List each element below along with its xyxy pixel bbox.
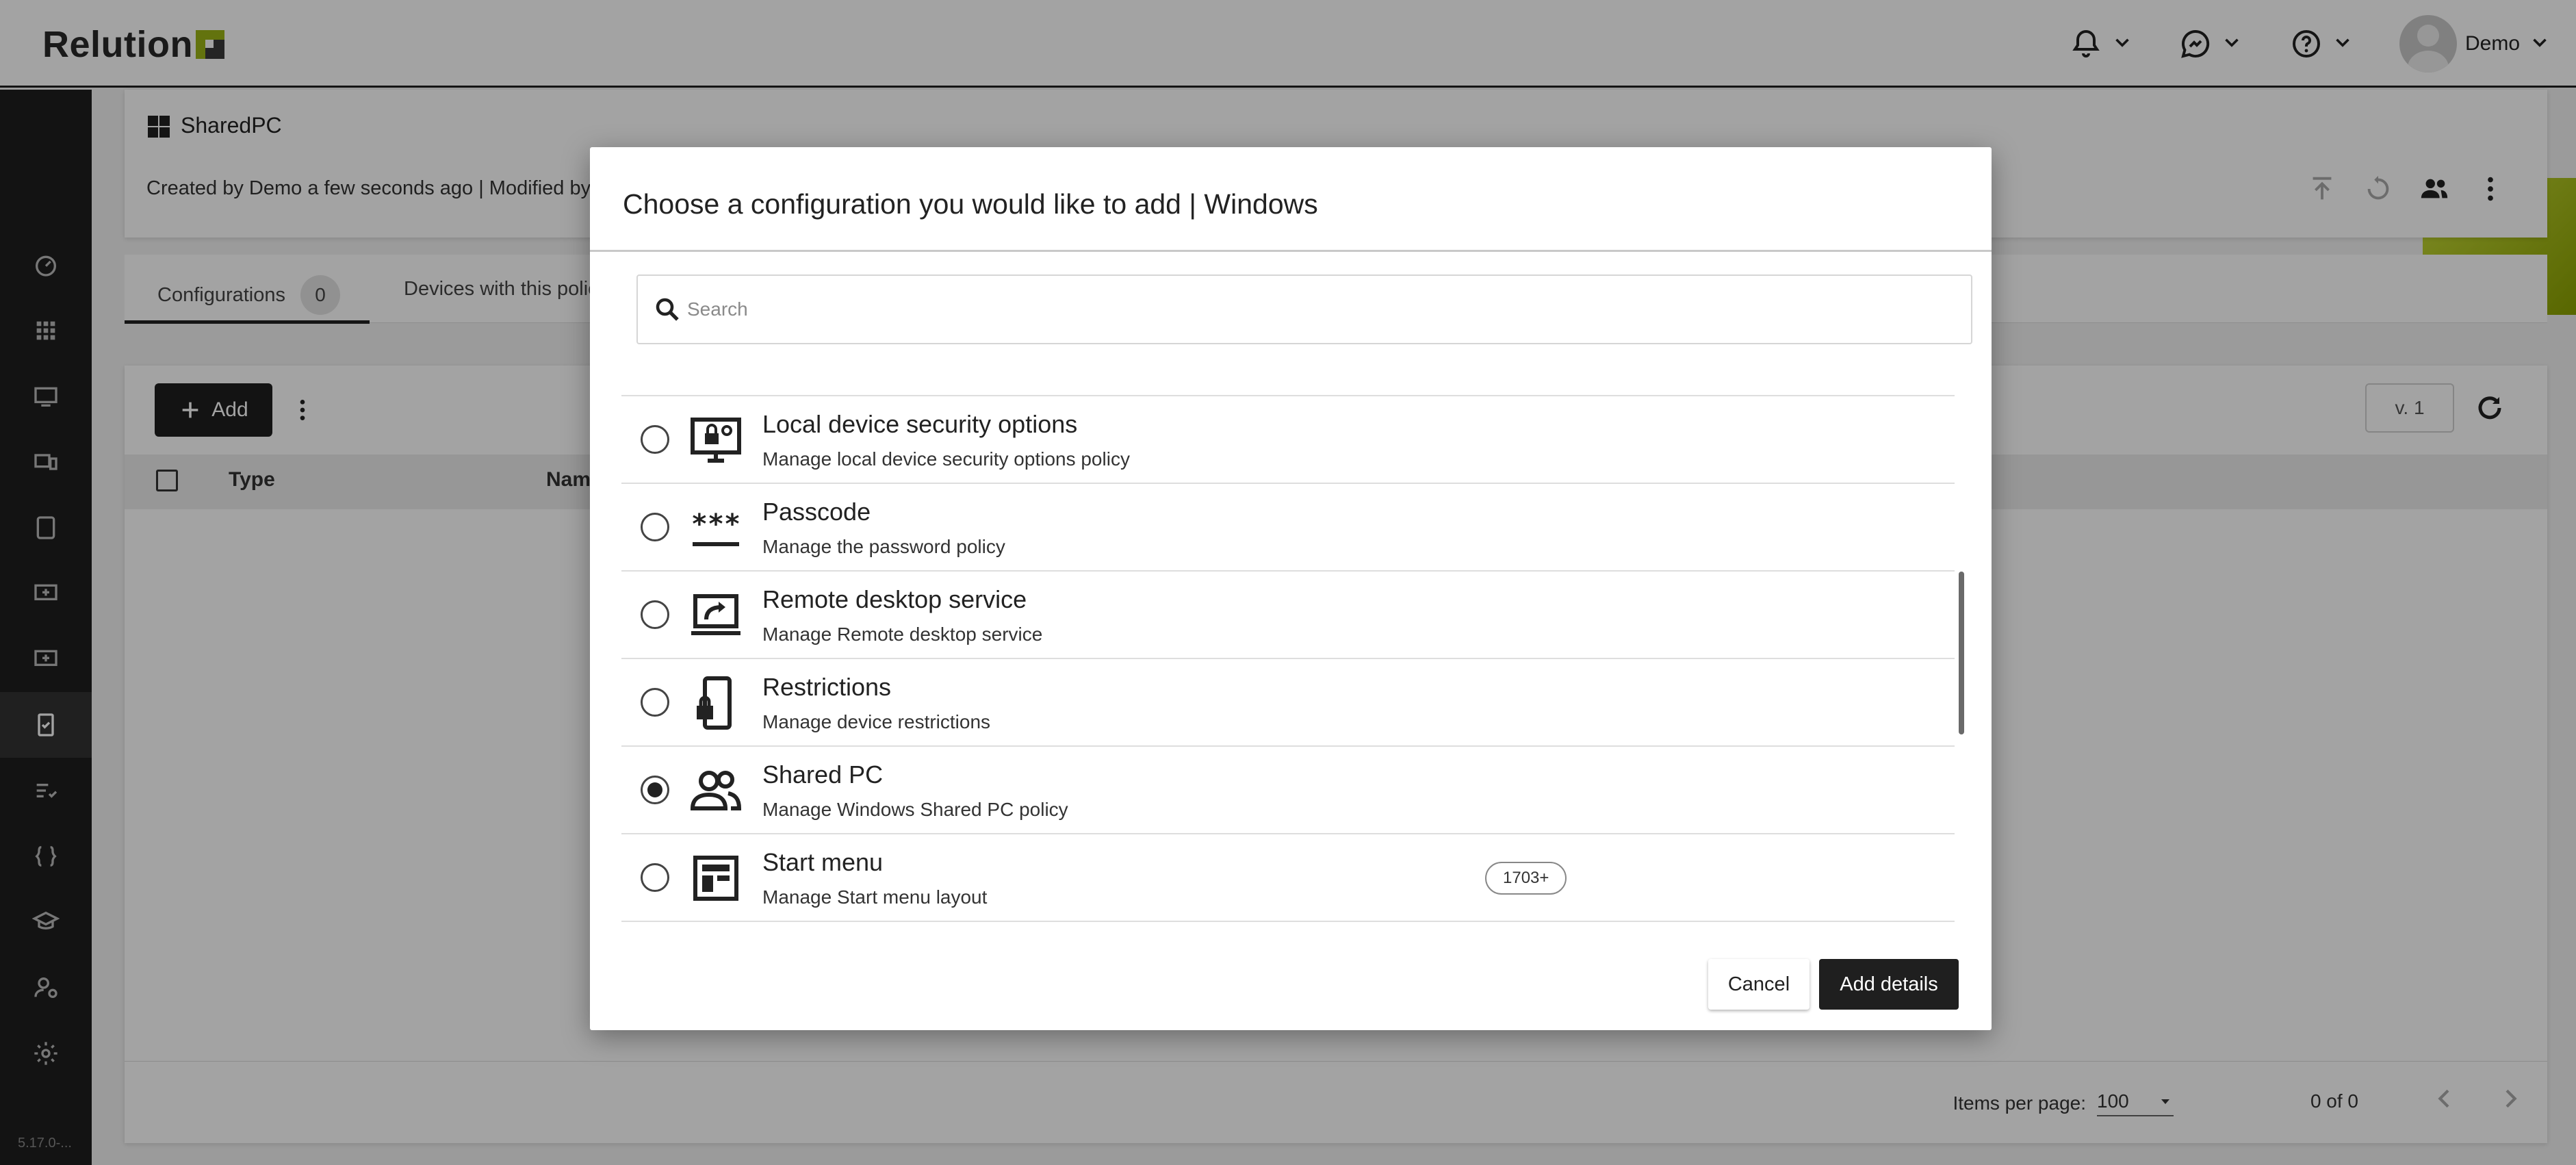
dialog-title: Choose a configuration you would like to…	[623, 188, 1318, 220]
choose-configuration-dialog: Choose a configuration you would like to…	[590, 147, 1992, 1030]
people-icon	[687, 762, 745, 819]
search-field[interactable]	[636, 274, 1972, 344]
list-item-restrictions[interactable]: Restrictions Manage device restrictions	[621, 659, 1955, 747]
item-description: Manage local device security options pol…	[762, 448, 1130, 470]
radio-button[interactable]	[641, 688, 669, 717]
cancel-button[interactable]: Cancel	[1708, 959, 1809, 1010]
item-description: Manage Windows Shared PC policy	[762, 799, 1068, 820]
list-item-start-menu[interactable]: Start menu Manage Start menu layout 1703…	[621, 834, 1955, 922]
phone-lock-icon	[687, 674, 745, 732]
list-item-local-device-security-options[interactable]: Local device security options Manage loc…	[621, 396, 1955, 484]
radio-button[interactable]	[641, 513, 669, 541]
list-item-passcode[interactable]: *** Passcode Manage the password policy	[621, 484, 1955, 572]
configuration-list: Local device security options Manage loc…	[621, 395, 1955, 922]
radio-button[interactable]	[641, 863, 669, 892]
radio-button-selected[interactable]	[641, 776, 669, 804]
start-menu-icon	[687, 849, 745, 907]
item-description: Manage the password policy	[762, 536, 1005, 557]
remote-desktop-icon	[687, 587, 745, 644]
version-badge: 1703+	[1485, 862, 1567, 895]
radio-button[interactable]	[641, 425, 669, 454]
list-item-shared-pc[interactable]: Shared PC Manage Windows Shared PC polic…	[621, 747, 1955, 834]
monitor-lock-icon	[687, 411, 745, 469]
list-item-remote-desktop-service[interactable]: Remote desktop service Manage Remote des…	[621, 572, 1955, 659]
item-title: Local device security options	[762, 410, 1078, 438]
item-title: Passcode	[762, 498, 871, 526]
list-scrollbar[interactable]	[1959, 572, 1964, 734]
item-description: Manage Remote desktop service	[762, 624, 1043, 645]
search-icon	[656, 298, 679, 321]
dialog-divider	[590, 250, 1992, 252]
item-title: Restrictions	[762, 673, 892, 701]
item-title: Start menu	[762, 848, 884, 876]
item-title: Remote desktop service	[762, 585, 1027, 613]
password-icon: ***	[687, 499, 745, 556]
item-title: Shared PC	[762, 760, 884, 789]
svg-text:***: ***	[691, 509, 740, 540]
search-input[interactable]	[687, 298, 1919, 320]
item-description: Manage Start menu layout	[762, 886, 988, 908]
radio-button[interactable]	[641, 600, 669, 629]
add-details-button[interactable]: Add details	[1819, 959, 1959, 1010]
item-description: Manage device restrictions	[762, 711, 991, 732]
